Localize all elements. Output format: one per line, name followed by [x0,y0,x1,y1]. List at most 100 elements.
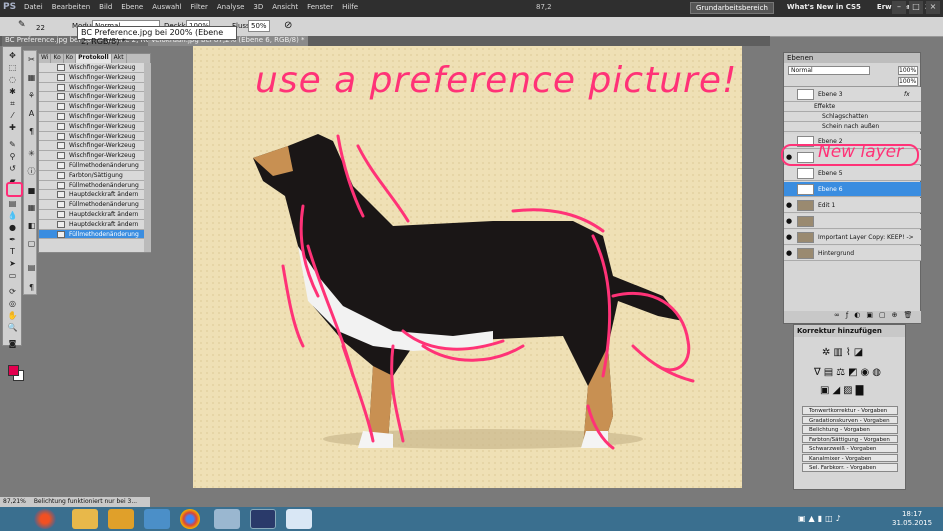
history-item[interactable]: Wischfinger-Werkzeug [39,151,144,161]
history-item[interactable]: Füllmethodenänderung [39,160,144,171]
airbrush-icon[interactable]: ⊘ [284,20,292,31]
brush-size[interactable]: 22 [36,24,45,32]
brush-presets-icon[interactable]: ✂ [25,55,38,64]
history-scrollbar[interactable] [144,63,151,252]
tab-wi[interactable]: Wi [39,54,52,63]
history-item[interactable]: Wischfinger-Werkzeug [39,82,144,93]
folder-icon[interactable] [108,509,134,529]
history-item[interactable]: Füllmethodenänderung [39,180,144,191]
adjustment-icons-row2[interactable]: ∇▤⚖◩◉◍ [814,367,884,378]
character-icon[interactable]: A [25,109,38,118]
layer-row[interactable]: Schlagschatten [784,112,921,122]
adjustment-preset[interactable]: Kanalmixer - Vorgaben [802,453,898,462]
menu-item-9[interactable]: Fenster [307,3,333,11]
adjustment-preset[interactable]: Tonwertkorrektur - Vorgaben [802,406,898,415]
history-item[interactable]: Wischfinger-Werkzeug [39,141,144,152]
blur-tool-icon[interactable]: 💧 [6,211,19,220]
layer-row[interactable]: Effekte [784,102,921,112]
histogram-icon[interactable]: ▅ [25,185,38,194]
marquee-tool-icon[interactable]: ⬚ [6,63,19,72]
paragraph-mark-icon[interactable]: ¶ [25,283,38,292]
adjustment-preset[interactable]: Belichtung - Vorgaben [802,425,898,434]
visibility-eye-icon[interactable] [786,169,795,177]
zoom-display[interactable]: 87,2 [536,3,552,11]
adjustment-preset[interactable]: Schwarzweiß - Vorgaben [802,444,898,453]
chrome-icon[interactable] [180,509,200,529]
layer-row[interactable]: Ebene 5 [784,166,921,181]
path-select-icon[interactable]: ➤ [6,259,19,268]
brush-panel-icon[interactable]: ▦ [25,73,38,82]
hand-tool-icon[interactable]: ✋ [6,311,19,320]
visibility-eye-icon[interactable]: ● [786,249,795,257]
adjustment-icons-row1[interactable]: ✲▥⌇◪ [822,347,866,358]
fill-field[interactable]: 100% [898,77,918,86]
taskbar-clock[interactable]: 18:17 31.05.2015 [892,510,932,528]
lasso-tool-icon[interactable]: ◌ [6,75,19,84]
quick-select-icon[interactable]: ✱ [6,87,19,96]
gradient-tool-icon[interactable]: ▤ [6,199,19,208]
3d-rotate-icon[interactable]: ⟳ [6,287,19,296]
media-icon[interactable] [144,509,170,529]
paint-icon[interactable] [286,509,312,529]
workspace-whats-new[interactable]: What's New in CS5 [784,2,864,14]
maximize-icon[interactable]: □ [909,1,923,14]
visibility-eye-icon[interactable] [786,90,795,98]
layer-row[interactable]: ● Edit 1 [784,198,921,213]
tab-ko-2[interactable]: Ko [64,54,77,63]
layer-row[interactable]: Schein nach außen [784,122,921,132]
history-item[interactable]: Füllmethodenänderung [39,229,144,240]
text-tool-icon[interactable]: T [6,247,19,256]
layer-row[interactable]: ●Important Layer Copy: KEEP! -> Hide [784,230,921,256]
history-item[interactable]: Wischfinger-Werkzeug [39,111,144,122]
minimize-icon[interactable]: – [892,1,906,14]
document-canvas[interactable]: use a preference picture! [193,46,742,488]
swatches-icon[interactable]: ▦ [25,203,38,212]
history-item[interactable]: Wischfinger-Werkzeug [39,121,144,132]
selected-tool-highlight[interactable] [6,182,23,197]
history-item[interactable]: Farbton/Sättigung [39,170,144,181]
menu-item-2[interactable]: Bild [99,3,112,11]
dodge-tool-icon[interactable]: ● [6,223,19,232]
blend-mode-select[interactable]: Normal [788,66,870,75]
navigator-icon[interactable]: ✳ [25,149,38,158]
status-zoom[interactable]: 87,21% [3,498,26,505]
menu-item-3[interactable]: Ebene [121,3,143,11]
menu-item-8[interactable]: Ansicht [272,3,298,11]
eyedropper-icon[interactable]: ⁄ [6,111,19,120]
quick-mask-icon[interactable]: ◙ [6,339,19,348]
layer-row[interactable]: ● Hintergrund [784,246,921,261]
info-icon[interactable]: ⓘ [25,167,38,176]
crop-tool-icon[interactable]: ⌗ [6,99,19,108]
shape-tool-icon[interactable]: ▭ [6,271,19,280]
history-item[interactable]: Wischfinger-Werkzeug [39,63,144,73]
visibility-eye-icon[interactable]: ● [786,217,795,225]
brush-tool-icon[interactable]: ✎ [18,20,26,30]
adjustment-preset[interactable]: Sel. Farbkorr. - Vorgaben [802,463,898,472]
foreground-color-swatch[interactable] [8,365,19,376]
menu-item-4[interactable]: Auswahl [152,3,181,11]
paragraph-icon[interactable]: ¶ [25,127,38,136]
menu-item-10[interactable]: Hilfe [342,3,358,11]
history-item[interactable]: Wischfinger-Werkzeug [39,102,144,112]
explorer-icon[interactable] [72,509,98,529]
3d-orbit-icon[interactable]: ◎ [6,299,19,308]
pen-tool-icon[interactable]: ✒ [6,235,19,244]
clone-source-icon[interactable]: ⚘ [25,91,38,100]
flow-field[interactable]: 50% [248,20,270,32]
menu-item-1[interactable]: Bearbeiten [52,3,90,11]
paragraph2-icon[interactable]: ▤ [25,263,38,272]
visibility-eye-icon[interactable]: ● [786,201,795,209]
masks-icon[interactable]: ▢ [25,239,38,248]
tab-ko-1[interactable]: Ko [51,54,64,63]
layer-row[interactable]: ● [784,214,921,229]
layer-fx-badge[interactable]: fx [904,87,910,102]
close-icon[interactable]: × [926,1,940,14]
healing-brush-icon[interactable]: ✚ [6,123,19,132]
tab-akt[interactable]: Akt [112,54,127,63]
menu-item-6[interactable]: Analyse [217,3,245,11]
network-icon[interactable] [214,509,240,529]
adjustment-preset[interactable]: Farbton/Sättigung - Vorgaben [802,434,898,443]
history-item[interactable]: Wischfinger-Werkzeug [39,92,144,103]
visibility-eye-icon[interactable] [786,185,795,193]
menu-item-0[interactable]: Datei [24,3,43,11]
